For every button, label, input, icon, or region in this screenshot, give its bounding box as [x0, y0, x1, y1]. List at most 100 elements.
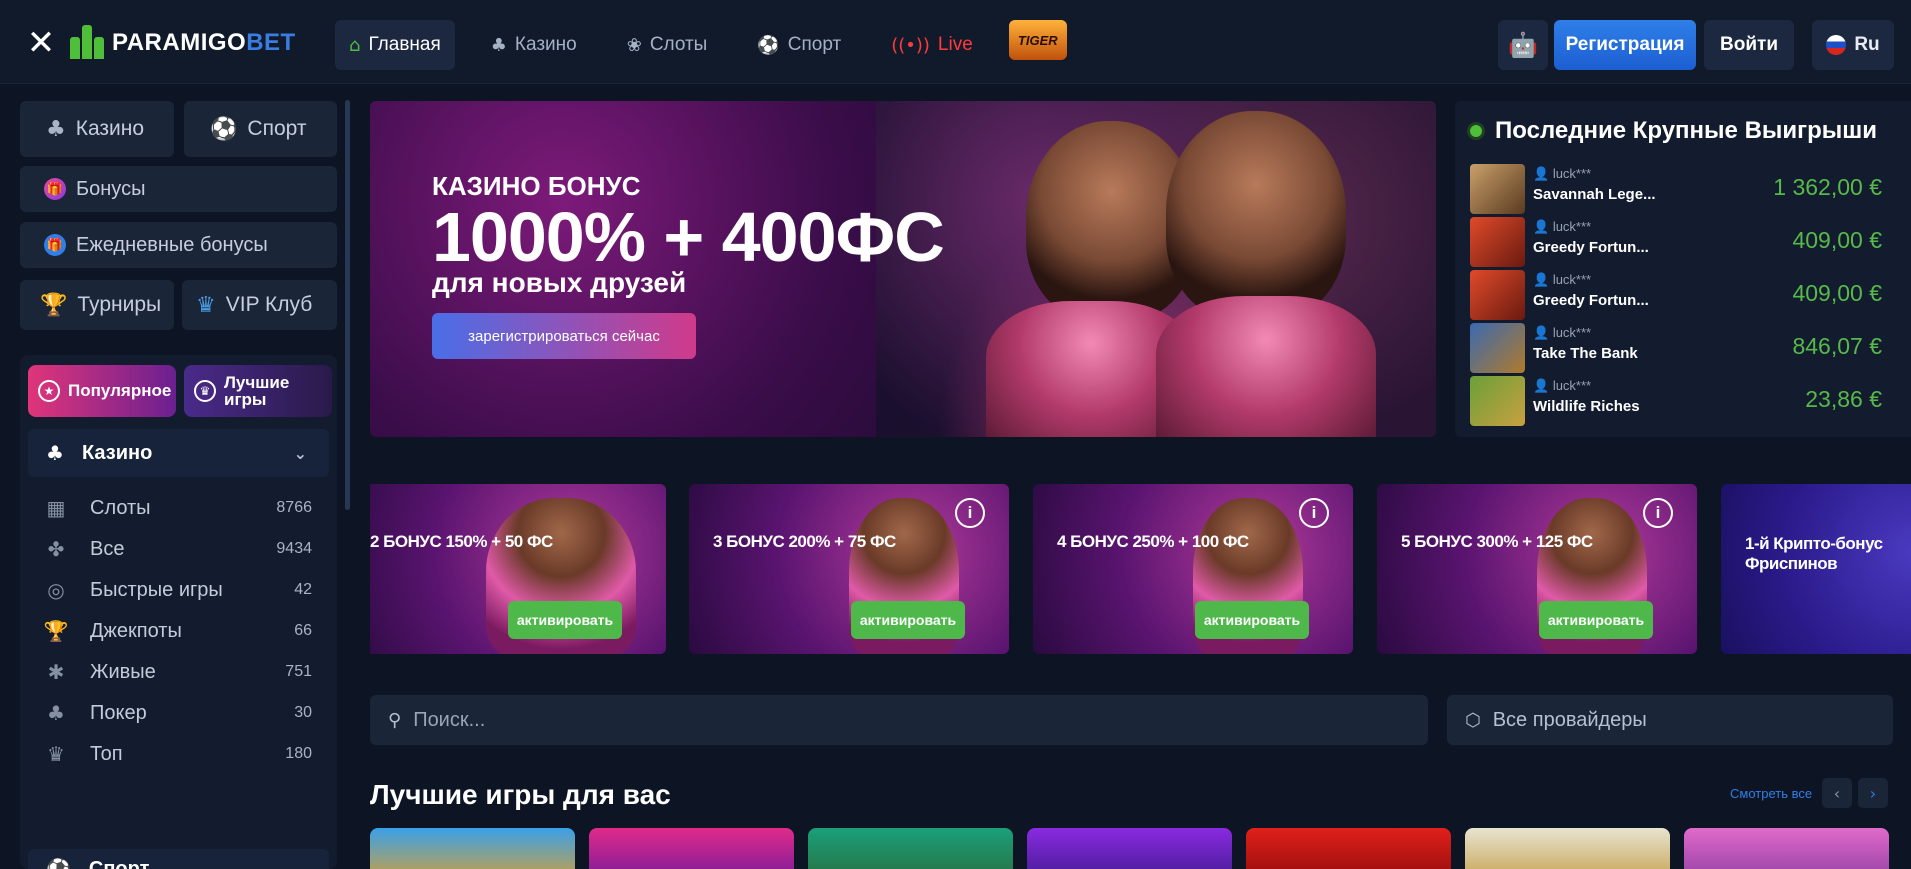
sidebar-vip-club[interactable]: ♛ VIP Клуб [182, 280, 337, 330]
activate-button[interactable]: активировать [1539, 601, 1653, 639]
win-item[interactable]: 👤 luck*** Take The Bank 846,07 € [1470, 323, 1882, 375]
game-thumbnail [1470, 164, 1525, 214]
cube-icon: ⬡ [1465, 709, 1481, 731]
nav-live[interactable]: ((•)) Live [877, 20, 987, 70]
game-card[interactable] [1246, 828, 1451, 869]
search-icon: ⚲ [388, 709, 402, 731]
close-icon[interactable]: ✕ [22, 24, 60, 62]
sidebar-sport-button[interactable]: ⚽ Спорт [184, 101, 337, 157]
win-item[interactable]: 👤 luck*** Greedy Fortun... 409,00 € [1470, 217, 1882, 269]
nav-sport[interactable]: ⚽ Спорт [743, 20, 855, 70]
slot-machine-icon: ▦ [46, 496, 66, 520]
hero-register-button[interactable]: зарегистрироваться сейчас [432, 313, 696, 359]
carousel-prev-button[interactable]: ‹ [1822, 778, 1852, 808]
popular-tab[interactable]: ★ Популярное [28, 365, 176, 417]
crown-icon: ♛ [194, 380, 216, 402]
game-card[interactable] [589, 828, 794, 869]
hero-banner[interactable]: КАЗИНО БОНУС 1000% + 400ФС для новых дру… [370, 101, 1436, 437]
hero-title: 1000% + 400ФС [432, 198, 945, 276]
game-card[interactable] [808, 828, 1013, 869]
language-select[interactable]: Ru [1812, 20, 1894, 70]
cards-icon: ♣ [46, 116, 66, 142]
category-jackpots[interactable]: 🏆 Джекпоты 66 [42, 611, 332, 651]
category-panel: ★ Популярное ♛ Лучшие игры ♣ Казино ⌄ ▦ Слоты… [20, 355, 337, 869]
big-wins-title: Последние Крупные Выигрыши [1467, 117, 1877, 145]
star-icon: ★ [38, 380, 60, 402]
info-icon[interactable]: i [1643, 498, 1673, 528]
main-nav: ⌂ Главная ♣ Казино ❀ Слоты ⚽ Спорт ((•)) Live… [335, 20, 1067, 70]
category-slots[interactable]: ▦ Слоты 8766 [42, 488, 332, 528]
all-games-icon: ✤ [47, 537, 65, 561]
logo[interactable]: PARAMIGOBET [68, 22, 296, 64]
category-fast-games[interactable]: ◎ Быстрые игры 42 [42, 570, 332, 610]
crown-icon: ♛ [47, 742, 65, 766]
logo-text: PARAMIGOBET [112, 29, 296, 56]
promo-card[interactable]: 1-й Крипто-бонус Фриспинов [1721, 484, 1911, 654]
search-input[interactable] [413, 708, 1314, 732]
football-icon: ⚽ [46, 857, 71, 869]
live-dealer-icon: ✱ [47, 660, 65, 684]
game-thumbnail [1470, 270, 1525, 320]
poker-icon: ♣ [47, 701, 65, 725]
best-games-row [370, 828, 1911, 869]
gift-icon: 🎁 [44, 178, 66, 200]
football-icon: ⚽ [210, 116, 238, 142]
nav-casino[interactable]: ♣ Казино [477, 20, 591, 70]
trophy-icon: 🏆 [43, 619, 69, 643]
providers-filter[interactable]: ⬡ Все провайдеры [1447, 695, 1893, 745]
activate-button[interactable]: активировать [851, 601, 965, 639]
sidebar-tournaments[interactable]: 🏆 Турниры [20, 280, 174, 330]
search-bar[interactable]: ⚲ [370, 695, 1428, 745]
promo-card[interactable]: i 4 БОНУС 250% + 100 ФС активировать [1033, 484, 1353, 654]
android-icon: 🤖 [1508, 31, 1538, 59]
top-bar: ✕ PARAMIGOBET ⌂ Главная ♣ Казино ❀ Слоты ⚽ С… [0, 0, 1911, 84]
fortune-tiger-badge[interactable]: TIGER [1008, 20, 1067, 60]
chevron-down-icon: ⌄ [293, 443, 307, 463]
live-dot-icon [1467, 122, 1485, 140]
game-thumbnail [1470, 376, 1525, 426]
category-poker[interactable]: ♣ Покер 30 [42, 693, 332, 733]
android-app-button[interactable]: 🤖 [1498, 20, 1548, 70]
register-button[interactable]: Регистрация [1554, 20, 1696, 70]
game-card[interactable] [370, 828, 575, 869]
slots-icon: ❀ [626, 34, 642, 56]
big-wins-panel: Последние Крупные Выигрыши 👤 luck*** Sava… [1455, 101, 1911, 437]
promo-card[interactable]: i 5 БОНУС 300% + 125 ФС активировать [1377, 484, 1697, 654]
game-card[interactable] [1027, 828, 1232, 869]
category-all[interactable]: ✤ Все 9434 [42, 529, 332, 569]
nav-slots[interactable]: ❀ Слоты [613, 20, 722, 70]
casino-category-header[interactable]: ♣ Казино ⌄ [28, 429, 329, 477]
activate-button[interactable]: активировать [508, 601, 622, 639]
best-games-tab[interactable]: ♛ Лучшие игры [184, 365, 332, 417]
activate-button[interactable]: активировать [1195, 601, 1309, 639]
category-top[interactable]: ♛ Топ 180 [42, 734, 332, 774]
nav-home[interactable]: ⌂ Главная [335, 20, 455, 70]
see-all-link[interactable]: Смотреть все [1730, 786, 1812, 801]
win-item[interactable]: 👤 luck*** Savannah Lege... 1 362,00 € [1470, 164, 1882, 216]
live-icon: ((•)) [891, 34, 930, 56]
login-button[interactable]: Войти [1704, 20, 1794, 70]
sidebar-bonuses[interactable]: 🎁 Бонусы [20, 166, 337, 212]
daily-gift-icon: 🎁 [44, 234, 66, 256]
trophy-icon: 🏆 [40, 292, 68, 318]
win-item[interactable]: 👤 luck*** Wildlife Riches 23,86 € [1470, 376, 1882, 428]
win-item[interactable]: 👤 luck*** Greedy Fortun... 409,00 € [1470, 270, 1882, 322]
hero-image [876, 101, 1436, 437]
crown-icon: ♛ [196, 292, 216, 318]
section-title: Лучшие игры для вас [370, 779, 671, 810]
carousel-next-button[interactable]: › [1858, 778, 1888, 808]
cards-icon: ♣ [490, 34, 507, 56]
promo-card[interactable]: i 3 БОНУС 200% + 75 ФС активировать [689, 484, 1009, 654]
fast-games-icon: ◎ [47, 578, 65, 602]
promo-carousel: 2 БОНУС 150% + 50 ФС активировать i 3 БО… [370, 484, 1911, 654]
sidebar-daily-bonuses[interactable]: 🎁 Ежедневные бонусы [20, 222, 337, 268]
sidebar-scrollbar[interactable] [345, 100, 350, 510]
info-icon[interactable]: i [1299, 498, 1329, 528]
game-card[interactable] [1465, 828, 1670, 869]
info-icon[interactable]: i [955, 498, 985, 528]
sidebar-casino-button[interactable]: ♣ Казино [20, 101, 174, 157]
category-live[interactable]: ✱ Живые 751 [42, 652, 332, 692]
game-card[interactable] [1684, 828, 1889, 869]
promo-card[interactable]: 2 БОНУС 150% + 50 ФС активировать [370, 484, 666, 654]
sport-category-header[interactable]: ⚽ Спорт [28, 849, 329, 869]
